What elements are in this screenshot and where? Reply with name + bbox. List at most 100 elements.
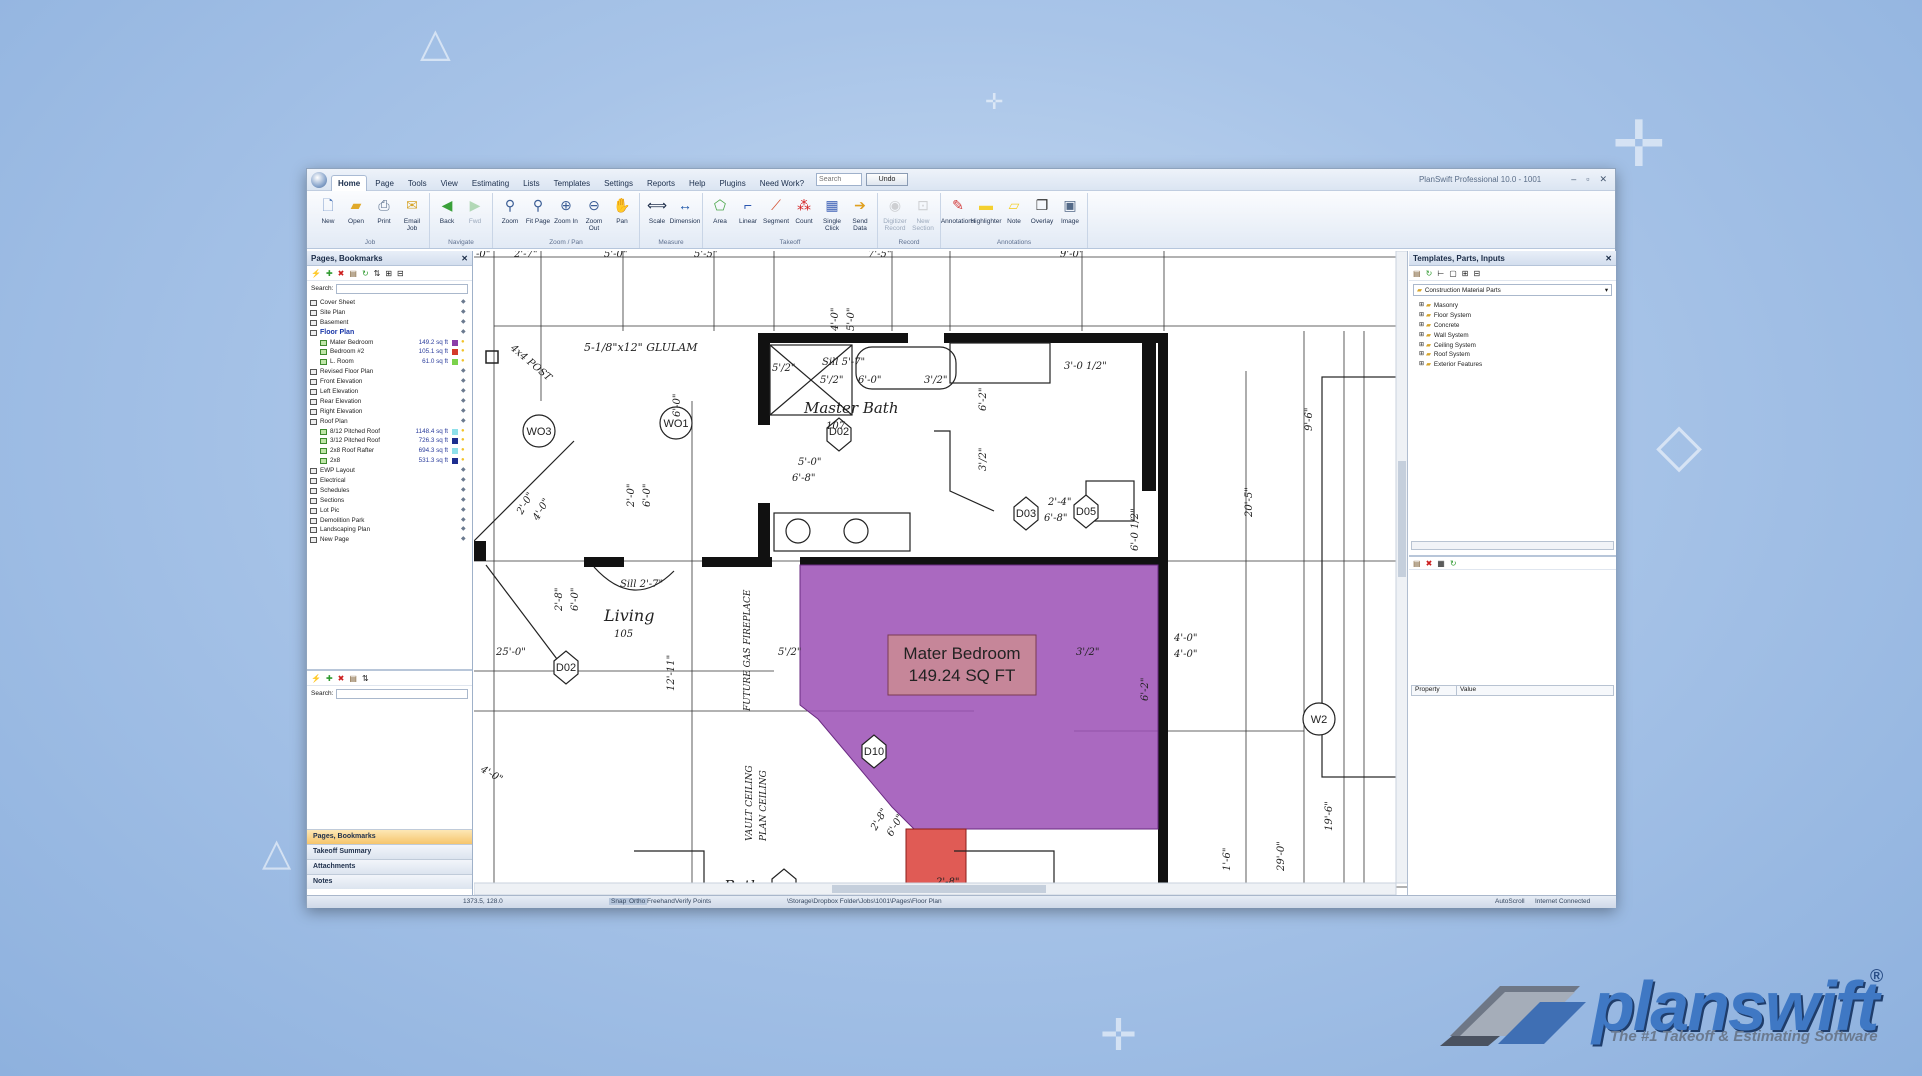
ortho-toggle[interactable]: Ortho xyxy=(627,898,648,905)
digitizer-record-button[interactable]: ◉ Digitizer Record xyxy=(881,193,909,237)
color-swatch[interactable] xyxy=(452,349,458,356)
zoom-out-button[interactable]: ⊖ Zoom Out xyxy=(580,193,608,237)
parts-folder-exterior-features[interactable]: ⊞ ▰ Exterior Features xyxy=(1419,360,1613,370)
page-item[interactable]: Left Elevation ◆ xyxy=(310,387,469,397)
grid-icon[interactable]: ▦ xyxy=(1437,559,1445,568)
image-button[interactable]: ▣ Image xyxy=(1056,193,1084,237)
page-item[interactable]: Rear Elevation ◆ xyxy=(310,397,469,407)
page-item[interactable]: Revised Floor Plan ◆ xyxy=(310,367,469,377)
parts-hscrollbar[interactable] xyxy=(1411,541,1614,550)
lightning-icon[interactable]: ⚡ xyxy=(311,674,321,683)
nav-bar-attachments[interactable]: Attachments xyxy=(307,859,472,874)
page-item[interactable]: Floor Plan ◆ xyxy=(310,328,469,338)
color-swatch[interactable] xyxy=(452,448,458,455)
page-item[interactable]: Sections ◆ xyxy=(310,496,469,506)
parts-folder-masonry[interactable]: ⊞ ▰ Masonry xyxy=(1419,301,1613,311)
menu-help[interactable]: Help xyxy=(683,176,711,191)
delete-icon[interactable]: ✖ xyxy=(1426,559,1433,568)
menu-page[interactable]: Page xyxy=(369,176,400,191)
expand-node-icon[interactable]: ⊞ xyxy=(1419,341,1424,351)
quick-search-input[interactable] xyxy=(816,173,863,186)
collapse-icon[interactable]: ⊟ xyxy=(1474,269,1481,278)
column-icon[interactable]: ⊢ xyxy=(1437,269,1444,278)
menu-estimating[interactable]: Estimating xyxy=(466,176,515,191)
floor-plan-drawing[interactable]: WO3 WO1 W2 D02 D03 D05 D02 D10 5-1/8"x12… xyxy=(474,251,1408,895)
close-icon[interactable]: ✕ xyxy=(1599,174,1607,185)
properties-icon[interactable]: ▤ xyxy=(1413,269,1421,278)
menu-lists[interactable]: Lists xyxy=(517,176,545,191)
takeoff-item[interactable]: Mater Bedroom 149.2 sq ft ● xyxy=(310,338,469,348)
color-swatch[interactable] xyxy=(452,339,458,346)
parts-folder-concrete[interactable]: ⊞ ▰ Concrete xyxy=(1419,321,1613,331)
close-panel-icon[interactable]: ✕ xyxy=(461,254,468,263)
expand-icon[interactable]: ⊞ xyxy=(385,269,392,278)
expand-node-icon[interactable]: ⊞ xyxy=(1419,350,1424,360)
segment-button[interactable]: ⟋ Segment xyxy=(762,193,790,237)
blank-icon[interactable]: ▢ xyxy=(1449,269,1457,278)
pages-search-input[interactable] xyxy=(336,283,468,294)
highlighter-button[interactable]: ▬ Highlighter xyxy=(970,193,1001,237)
undo-button[interactable]: Undo xyxy=(866,173,909,186)
add-icon[interactable]: ✚ xyxy=(326,269,333,278)
app-menu-orb-icon[interactable] xyxy=(311,171,327,188)
menu-home[interactable]: Home xyxy=(331,174,368,191)
menu-plugins[interactable]: Plugins xyxy=(713,176,751,191)
back-button[interactable]: ◀ Back xyxy=(433,193,461,237)
properties-icon[interactable]: ▤ xyxy=(349,674,357,683)
page-item[interactable]: Front Elevation ◆ xyxy=(310,377,469,387)
properties-icon[interactable]: ▤ xyxy=(1413,559,1421,568)
plan-canvas[interactable]: WO3 WO1 W2 D02 D03 D05 D02 D10 5-1/8"x12… xyxy=(474,251,1408,895)
nav-bar-takeoff-summary[interactable]: Takeoff Summary xyxy=(307,844,472,859)
visibility-bulb-icon[interactable]: ● xyxy=(461,338,469,348)
sort-icon[interactable]: ⇅ xyxy=(374,269,381,278)
verify-points-toggle[interactable]: Verify Points xyxy=(675,898,711,905)
area-button[interactable]: ⬠ Area xyxy=(706,193,734,237)
horizontal-scrollbar-thumb[interactable] xyxy=(832,885,1046,893)
delete-icon[interactable]: ✖ xyxy=(338,674,345,683)
menu-settings[interactable]: Settings xyxy=(598,176,639,191)
page-item[interactable]: Schedules ◆ xyxy=(310,486,469,496)
send-data-button[interactable]: ➔ Send Data xyxy=(846,193,874,237)
visibility-bulb-icon[interactable]: ● xyxy=(461,347,469,357)
visibility-bulb-icon[interactable]: ● xyxy=(461,357,469,367)
overlay-button[interactable]: ❐ Overlay xyxy=(1028,193,1056,237)
parts-folder-ceiling-system[interactable]: ⊞ ▰ Ceiling System xyxy=(1419,341,1613,351)
page-item[interactable]: Lot Pic ◆ xyxy=(310,506,469,516)
page-item[interactable]: Landscaping Plan ◆ xyxy=(310,525,469,535)
color-swatch[interactable] xyxy=(452,438,458,445)
sort-icon[interactable]: ⇅ xyxy=(362,674,369,683)
refresh-icon[interactable]: ↻ xyxy=(1450,559,1457,568)
menu-tools[interactable]: Tools xyxy=(402,176,433,191)
collapse-icon[interactable]: ⊟ xyxy=(397,269,404,278)
menu-view[interactable]: View xyxy=(435,176,464,191)
parts-dropdown[interactable]: ▰ Construction Material Parts ▾ xyxy=(1413,284,1612,296)
visibility-bulb-icon[interactable]: ● xyxy=(461,446,469,456)
expand-node-icon[interactable]: ⊞ xyxy=(1419,331,1424,341)
nav-bar-notes[interactable]: Notes xyxy=(307,874,472,889)
count-button[interactable]: ⁂ Count xyxy=(790,193,818,237)
takeoff-item[interactable]: 8/12 Pitched Roof 1148.4 sq ft ● xyxy=(310,427,469,437)
color-swatch[interactable] xyxy=(452,359,458,366)
refresh-icon[interactable]: ↻ xyxy=(362,269,369,278)
page-item[interactable]: Demolition Park ◆ xyxy=(310,516,469,526)
maximize-icon[interactable]: ▫ xyxy=(1586,174,1589,185)
lightning-icon[interactable]: ⚡ xyxy=(311,269,321,278)
note-button[interactable]: ▱ Note xyxy=(1000,193,1028,237)
minimize-icon[interactable]: – xyxy=(1571,174,1576,185)
page-item[interactable]: Roof Plan ◆ xyxy=(310,417,469,427)
takeoff-item[interactable]: Bedroom #2 105.1 sq ft ● xyxy=(310,347,469,357)
open-button[interactable]: ▰ Open xyxy=(342,193,370,237)
takeoff-item[interactable]: 2x8 Roof Rafter 694.3 sq ft ● xyxy=(310,446,469,456)
single-click-button[interactable]: ▦ Single Click xyxy=(818,193,846,237)
close-panel-icon[interactable]: ✕ xyxy=(1605,254,1612,263)
parts-folder-wall-system[interactable]: ⊞ ▰ Wall System xyxy=(1419,331,1613,341)
visibility-bulb-icon[interactable]: ● xyxy=(461,427,469,437)
zoom-button[interactable]: ⚲ Zoom xyxy=(496,193,524,237)
fwd-button[interactable]: ▶ Fwd xyxy=(461,193,489,237)
snap-toggle[interactable]: Snap xyxy=(609,898,629,905)
visibility-bulb-icon[interactable]: ● xyxy=(461,456,469,466)
visibility-bulb-icon[interactable]: ● xyxy=(461,436,469,446)
print-button[interactable]: ⎙ Print xyxy=(370,193,398,237)
properties-icon[interactable]: ▤ xyxy=(349,269,357,278)
parts-folder-roof-system[interactable]: ⊞ ▰ Roof System xyxy=(1419,350,1613,360)
